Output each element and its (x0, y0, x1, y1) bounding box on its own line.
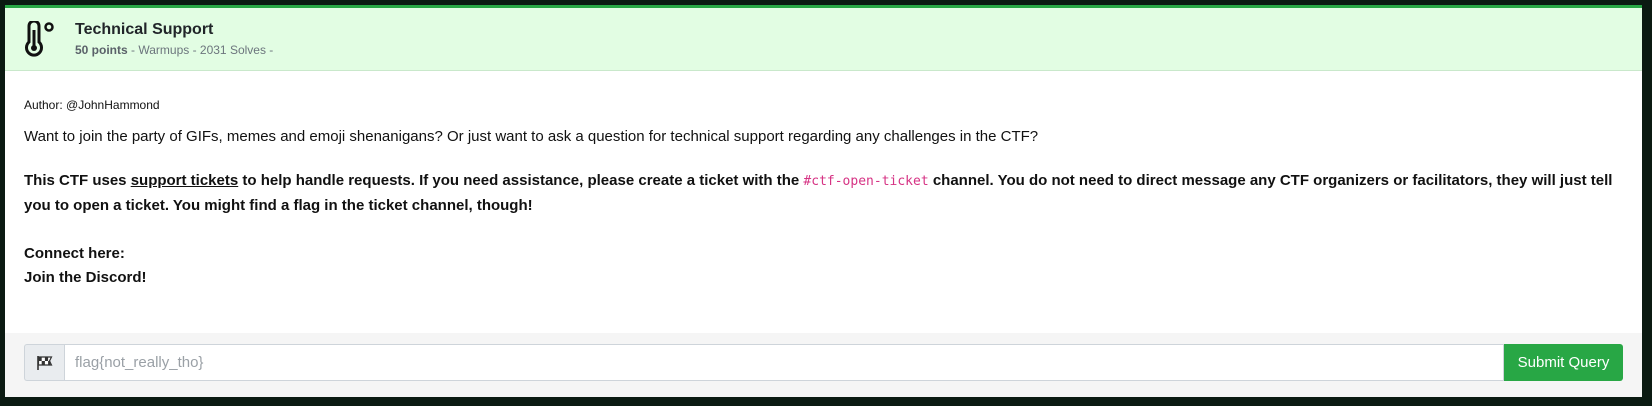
support-paragraph: This CTF uses support tickets to help ha… (24, 169, 1623, 218)
flag-addon (24, 344, 64, 381)
challenge-card: Technical Support 50 points - Warmups - … (5, 5, 1642, 397)
thermometer-icon (25, 21, 54, 57)
challenge-header: Technical Support 50 points - Warmups - … (5, 8, 1642, 71)
flag-submission-area: Submit Query (5, 333, 1642, 397)
support-text-pre: This CTF uses (24, 172, 131, 189)
connect-label: Connect here: (24, 245, 125, 262)
challenge-meta: 50 points - Warmups - 2031 Solves - (75, 42, 273, 58)
support-tickets-link[interactable]: support tickets (131, 172, 239, 189)
flag-input[interactable] (64, 344, 1504, 381)
challenge-description: Author: @JohnHammond Want to join the pa… (5, 71, 1642, 290)
flag-input-group: Submit Query (24, 344, 1623, 381)
checkered-flag-icon (36, 355, 52, 370)
intro-paragraph: Want to join the party of GIFs, memes an… (24, 128, 1039, 145)
challenge-title: Technical Support (75, 21, 214, 38)
challenge-points: 50 points (75, 43, 128, 57)
discord-link[interactable]: Join the Discord! (24, 266, 1623, 290)
submit-button[interactable]: Submit Query (1504, 344, 1623, 381)
support-text-mid: to help handle requests. If you need ass… (238, 172, 804, 189)
channel-code: #ctf-open-ticket (803, 174, 929, 189)
author-line: Author: @JohnHammond (24, 98, 160, 112)
challenge-meta-rest: - Warmups - 2031 Solves - (127, 43, 274, 57)
